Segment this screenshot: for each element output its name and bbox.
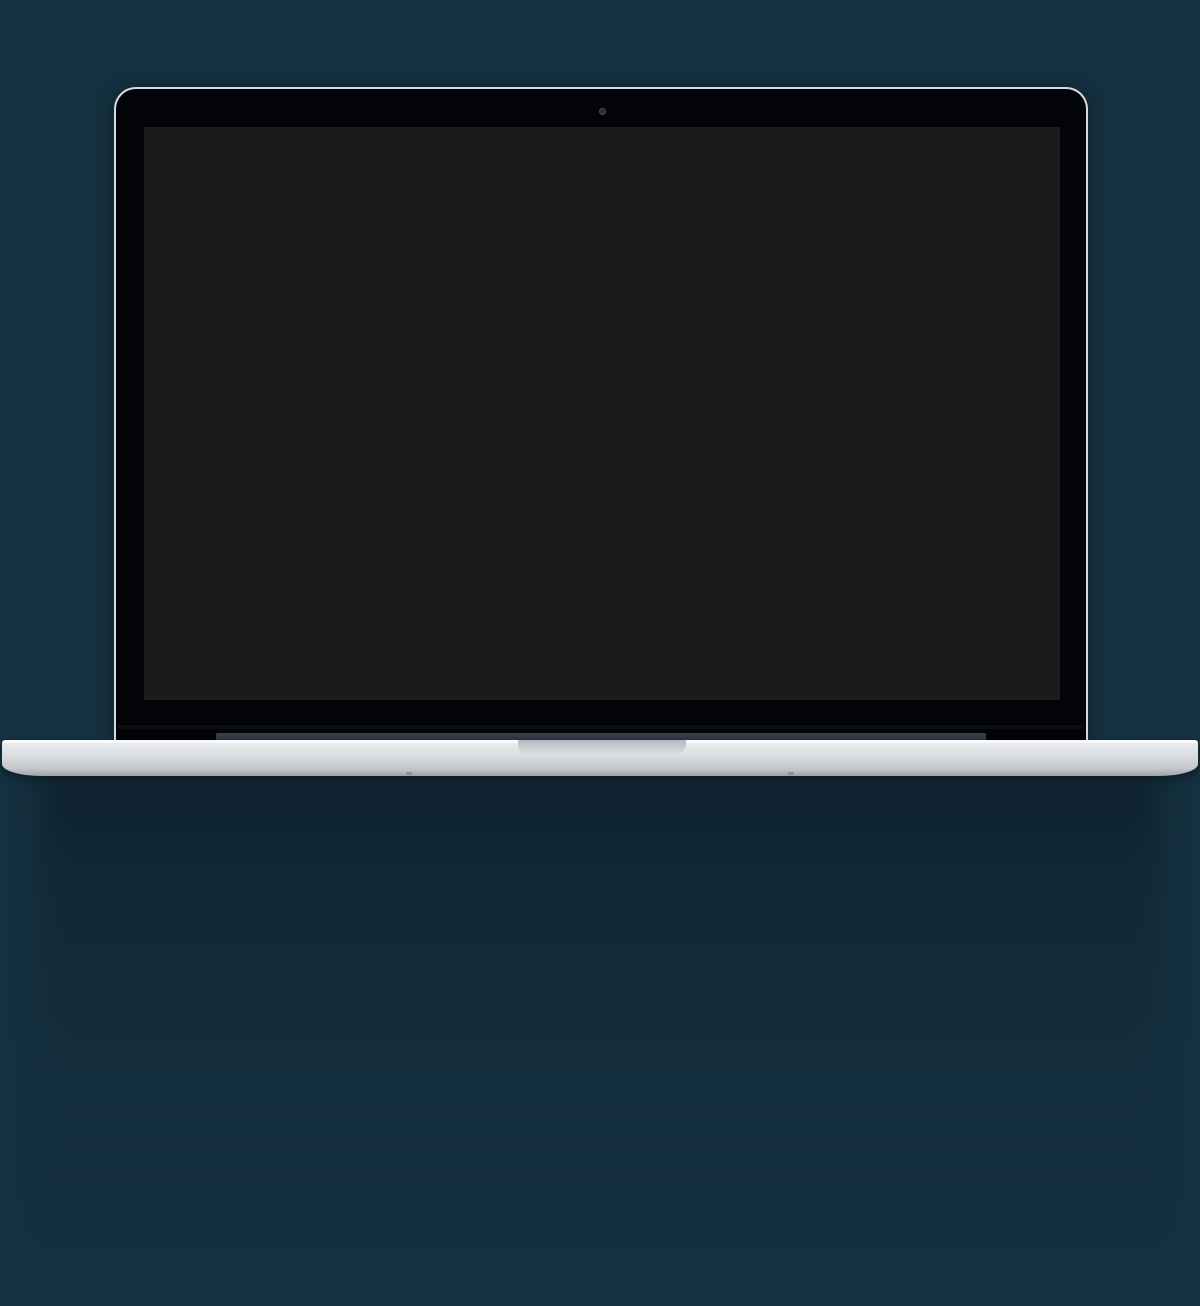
laptop-screen	[144, 127, 1060, 700]
screen-bezel	[116, 89, 1086, 747]
lower-bezel	[118, 725, 1084, 729]
foot-left	[406, 772, 412, 775]
foot-right	[788, 772, 794, 775]
camera-icon	[599, 108, 606, 115]
laptop-shadow	[40, 776, 1160, 1246]
lid-opening-notch	[518, 740, 686, 754]
laptop-lid	[114, 87, 1088, 747]
laptop-base	[2, 740, 1198, 776]
